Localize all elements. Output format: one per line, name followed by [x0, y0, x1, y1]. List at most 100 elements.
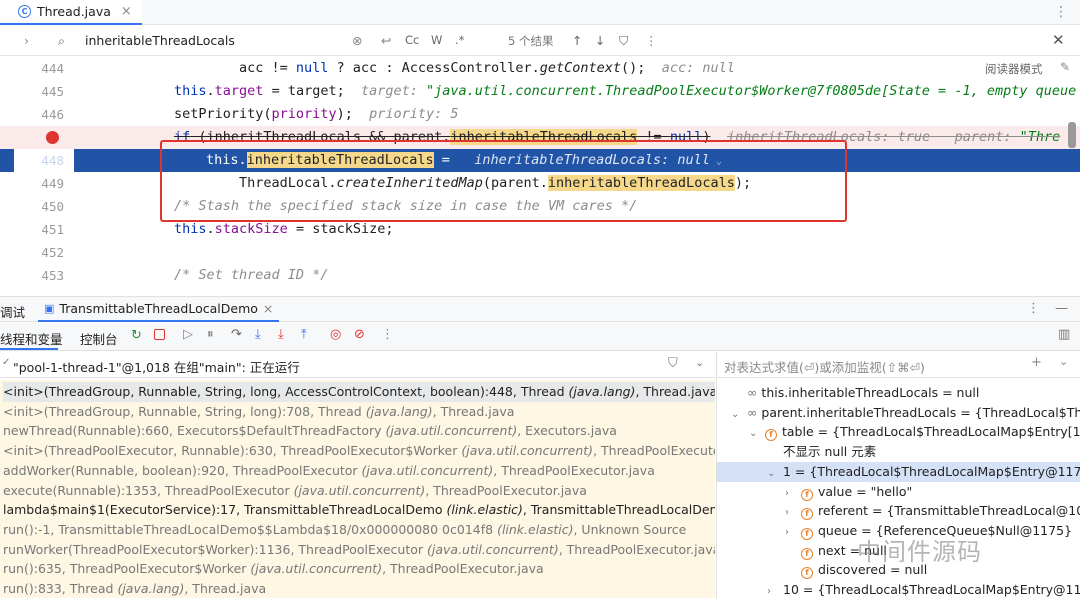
line-number: 444	[41, 61, 64, 76]
chevron-down-icon[interactable]: ⌄	[1059, 355, 1068, 368]
prev-occurrence-icon[interactable]: ↑	[572, 33, 582, 48]
thread-selector[interactable]: ✓ "pool-1-thread-1"@1,018 在组"main": 正在运行…	[0, 352, 715, 378]
field-icon: f	[765, 429, 777, 442]
field-icon: f	[801, 547, 813, 560]
variable-row[interactable]: ⌄ f table = {ThreadLocal$ThreadLocalMap$En…	[717, 422, 1080, 442]
variable-row[interactable]: ⌄ 1 = {ThreadLocal$ThreadLocalMap$Entry@1…	[717, 461, 1080, 482]
stack-frame[interactable]: newThread(Runnable):660, Executors$Defau…	[3, 421, 715, 441]
whole-word-toggle[interactable]: W	[431, 33, 442, 47]
tab-title: Thread.java	[37, 4, 111, 19]
more-icon[interactable]: ⋮	[381, 327, 394, 342]
stack-frame[interactable]: run():-1, TransmittableThreadLocalDemo$$…	[3, 520, 715, 540]
debug-panel-label: 调试	[0, 305, 26, 320]
find-bar: › ⌕ inheritableThreadLocals ⊗ ↩ Cc W .* …	[0, 26, 1080, 56]
variable-text: value = "hello"	[818, 483, 913, 499]
field-icon: f	[801, 527, 813, 540]
view-breakpoints-icon[interactable]: ◎	[330, 327, 341, 342]
class-icon: C	[18, 5, 31, 18]
variable-text: parent.inheritableThreadLocals = {Thread…	[761, 404, 1080, 420]
mute-breakpoints-icon[interactable]: ⊘	[354, 327, 365, 342]
tab-thread-java[interactable]: C Thread.java ×	[0, 0, 142, 25]
resume-icon[interactable]: ▷	[183, 327, 193, 342]
step-over-icon[interactable]: ↷	[231, 327, 242, 342]
stop-icon[interactable]	[154, 329, 165, 340]
variable-text: referent = {TransmittableThreadLocal@103…	[818, 503, 1080, 519]
debug-toolbar: 线程和变量 控制台 ↻ ▷ ⏸ ↷ ⤓ ⤓ ⤒ ◎ ⊘ ⋮ ▥	[0, 323, 1080, 351]
match-case-toggle[interactable]: Cc	[405, 33, 419, 47]
variable-row[interactable]: › f referent = {TransmittableThreadLocal@1…	[717, 501, 1080, 521]
code-line-453: 453 /* Set thread ID */	[0, 264, 1080, 287]
filter-icon[interactable]: ⛉	[668, 356, 678, 371]
line-number: 452	[41, 245, 64, 260]
close-session-icon[interactable]: ×	[263, 301, 273, 316]
variable-row[interactable]: › f value = "hello"	[717, 482, 1080, 502]
variable-row[interactable]: 不显示 null 元素	[717, 442, 1080, 462]
expand-chevron-icon[interactable]: ›	[24, 33, 29, 48]
variable-row[interactable]: ∞ this.inheritableThreadLocals = null	[717, 383, 1080, 403]
variable-text: this.inheritableThreadLocals = null	[761, 385, 980, 400]
minimize-icon[interactable]: —	[1055, 301, 1068, 316]
active-tab-indicator	[0, 348, 58, 350]
history-icon[interactable]: ↩	[381, 33, 391, 48]
session-tab-label: TransmittableThreadLocalDemo	[59, 301, 258, 316]
stack-frame[interactable]: <init>(ThreadGroup, Runnable, String, lo…	[3, 402, 715, 422]
stack-frame[interactable]: run():635, ThreadPoolExecutor$Worker (ja…	[3, 559, 715, 579]
stack-frame[interactable]: <init>(ThreadGroup, Runnable, String, lo…	[3, 382, 715, 402]
scrollbar-thumb[interactable]	[1068, 122, 1076, 148]
stack-frame[interactable]: execute(Runnable):1353, ThreadPoolExecut…	[3, 481, 715, 501]
code-editor[interactable]: 阅读器模式 ✎ 444 acc != null ? acc : AccessCo…	[0, 57, 1080, 295]
stack-frame[interactable]: runWorker(ThreadPoolExecutor$Worker):113…	[3, 540, 715, 560]
filter-icon[interactable]: ⛉	[619, 33, 628, 49]
chevron-down-icon[interactable]: ⌄	[695, 356, 704, 369]
variable-text: table = {ThreadLocal$ThreadLocalMap$Entr…	[782, 424, 1080, 440]
step-out-icon[interactable]: ⤒	[301, 327, 307, 342]
clear-icon[interactable]: ⊗	[352, 33, 362, 48]
search-input[interactable]: inheritableThreadLocals	[85, 33, 235, 48]
tab-session[interactable]: ▣ TransmittableThreadLocalDemo ×	[38, 297, 280, 322]
line-number: 446	[41, 107, 64, 122]
variable-text: 10 = {ThreadLocal$ThreadLocalMap$Entry@1…	[783, 582, 1080, 597]
evaluate-placeholder: 对表达式求值(⏎)或添加监视(⇧⌘⏎)	[724, 360, 925, 375]
line-number: 453	[41, 268, 64, 283]
regex-toggle[interactable]: .*	[455, 33, 464, 47]
more-icon[interactable]: ⋮	[645, 33, 658, 48]
stack-frame[interactable]: run():833, Thread (java.lang), Thread.ja…	[3, 579, 715, 598]
more-icon[interactable]: ⋮	[1027, 301, 1040, 316]
search-icon: ⌕	[58, 33, 66, 48]
variable-row[interactable]: › 10 = {ThreadLocal$ThreadLocalMap$Entry@…	[717, 580, 1080, 598]
run-config-icon: ▣	[44, 302, 55, 315]
force-step-into-icon[interactable]: ⤓	[278, 327, 284, 342]
variables-panel: 对表达式求值(⏎)或添加监视(⇧⌘⏎) + ⌄ ∞ this.inheritabl…	[716, 352, 1080, 598]
stack-frames-list: <init>(ThreadGroup, Runnable, String, lo…	[0, 380, 715, 598]
variable-row[interactable]: ⌄ ∞ parent.inheritableThreadLocals = {Thre…	[717, 403, 1080, 423]
pause-icon[interactable]: ⏸	[207, 327, 214, 342]
breakpoint-icon[interactable]	[46, 131, 59, 144]
result-count: 5 个结果	[508, 34, 554, 48]
field-icon: f	[801, 488, 813, 501]
close-find-icon[interactable]: ✕	[1052, 31, 1065, 49]
line-number: 445	[41, 84, 64, 99]
tab-threads-variables[interactable]: 线程和变量	[0, 329, 63, 348]
expand-arrow-icon[interactable]: ›	[767, 582, 777, 598]
code-line-444: 444 acc != null ? acc : AccessController…	[0, 57, 1080, 80]
evaluate-expression-input[interactable]: 对表达式求值(⏎)或添加监视(⇧⌘⏎) + ⌄	[717, 352, 1080, 378]
code-line-452: 452	[0, 241, 1080, 264]
tab-console[interactable]: 控制台	[80, 329, 118, 348]
more-vertical-icon[interactable]: ⋮	[1054, 4, 1068, 20]
stack-frame[interactable]: addWorker(Runnable, boolean):920, Thread…	[3, 461, 715, 481]
next-occurrence-icon[interactable]: ↓	[595, 33, 605, 48]
line-number: 449	[41, 176, 64, 191]
layout-icon[interactable]: ▥	[1058, 327, 1070, 342]
close-icon[interactable]: ×	[121, 4, 132, 19]
check-icon: ✓	[2, 357, 11, 368]
rerun-icon[interactable]: ↻	[131, 328, 142, 343]
add-watch-icon[interactable]: +	[1031, 355, 1042, 370]
editor-tab-bar: C Thread.java × ⋮	[0, 0, 1080, 25]
stack-frame[interactable]: lambda$main$1(ExecutorService):17, Trans…	[3, 500, 715, 520]
variable-text: 不显示 null 元素	[783, 444, 877, 460]
step-into-icon[interactable]: ⤓	[255, 327, 261, 342]
line-number: 448	[14, 149, 74, 172]
variable-text: 1 = {ThreadLocal$ThreadLocalMap$Entry@11…	[783, 463, 1080, 479]
stack-frame[interactable]: <init>(ThreadPoolExecutor, Runnable):630…	[3, 441, 715, 461]
watermark: 中间件源码	[857, 538, 982, 566]
